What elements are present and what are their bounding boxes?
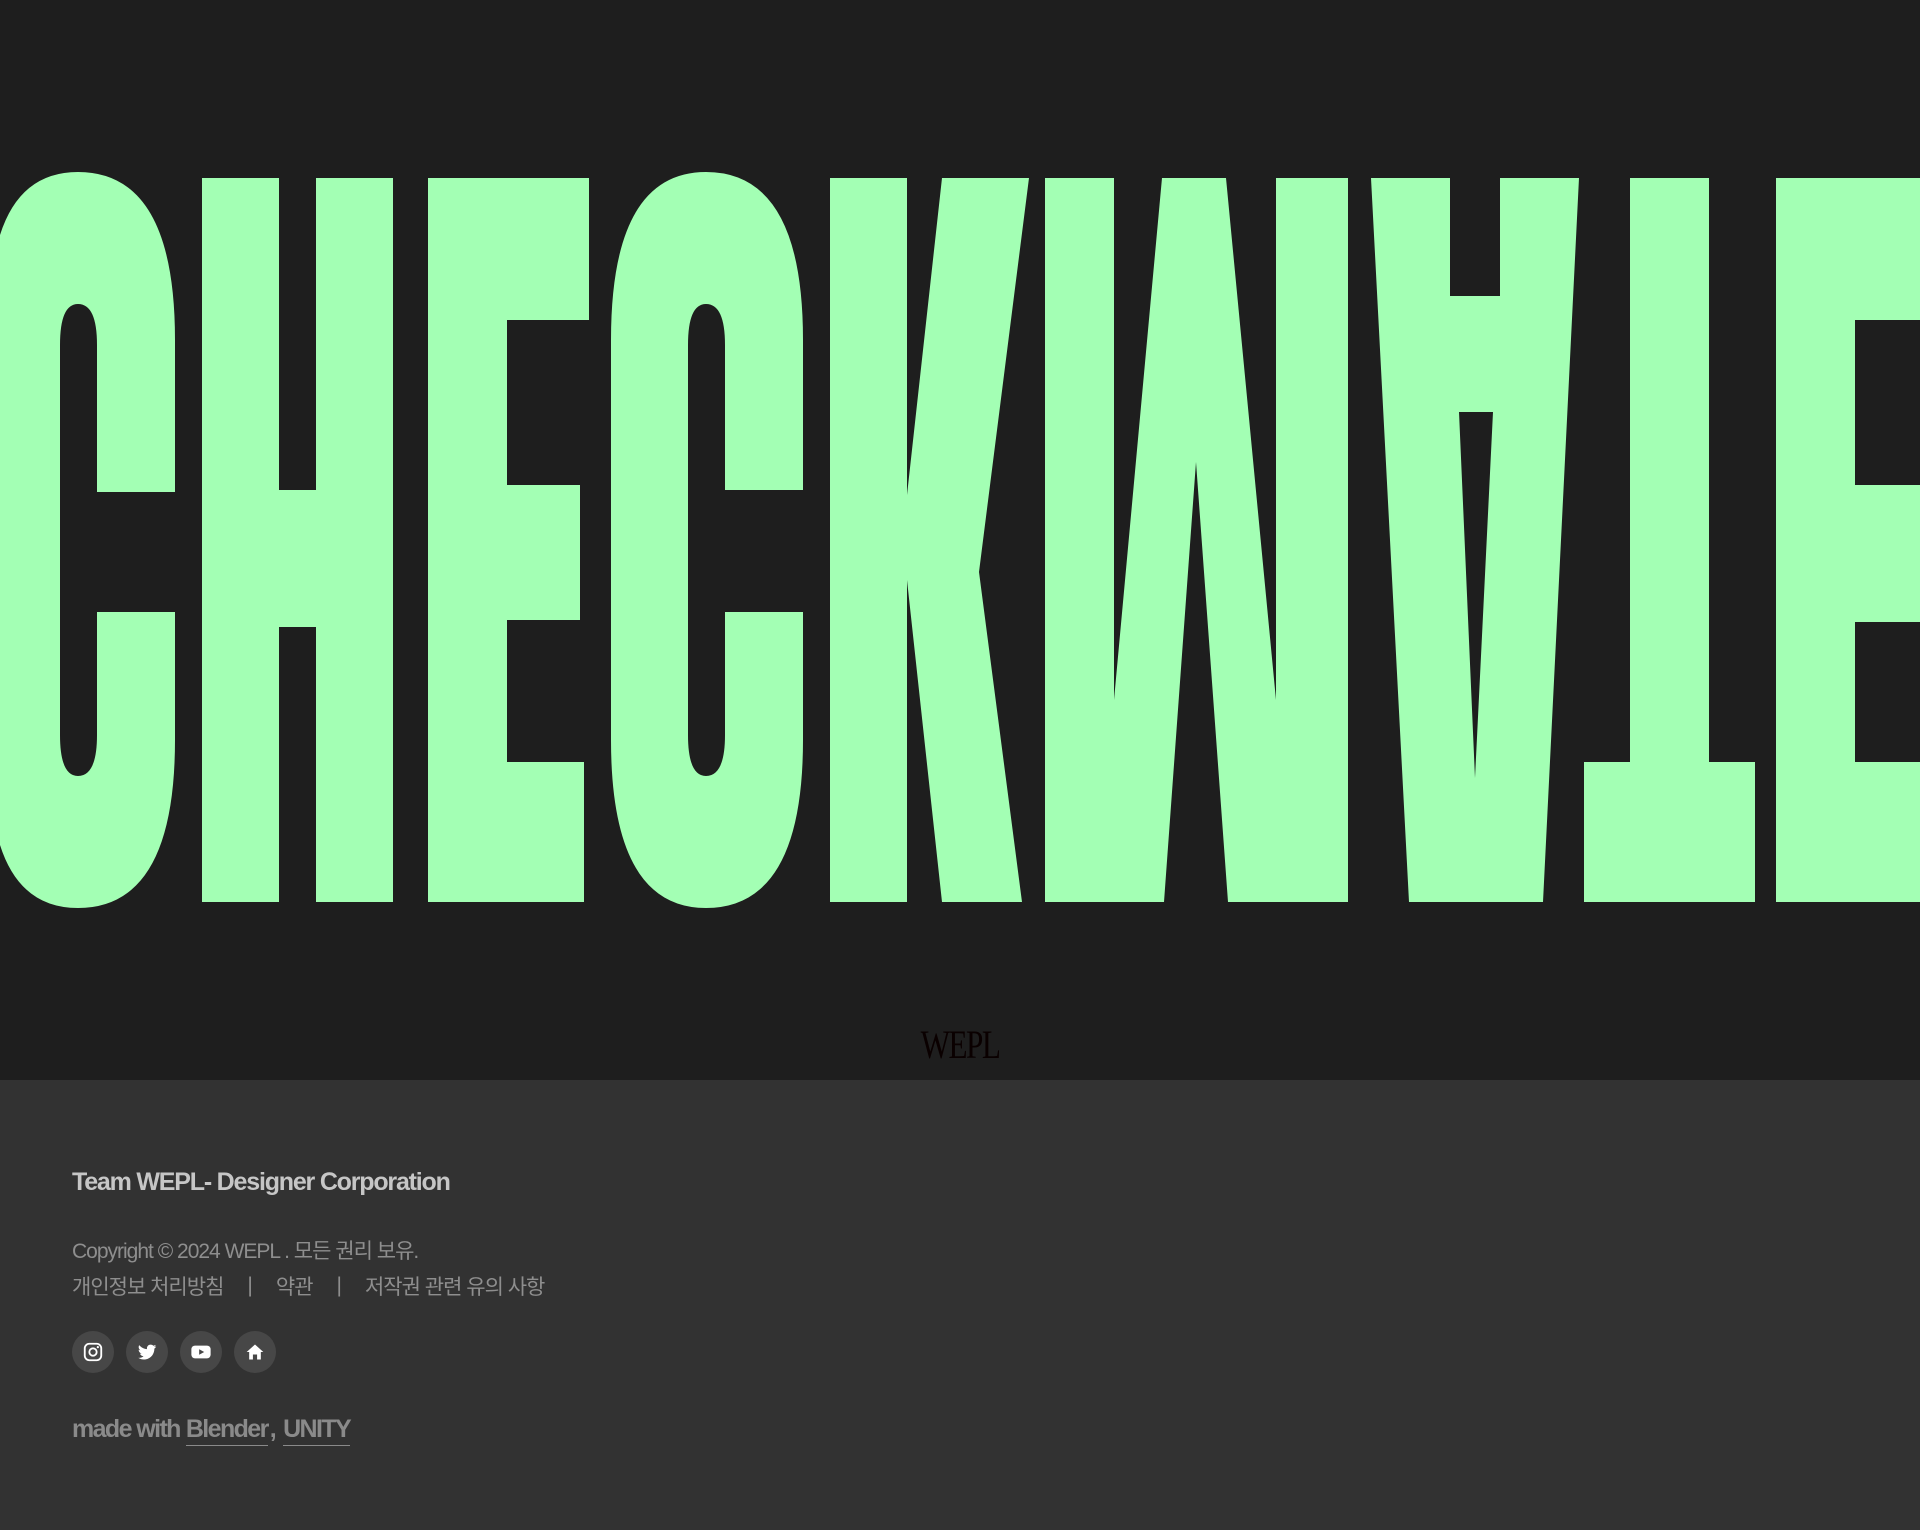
social-links bbox=[72, 1331, 276, 1373]
twitter-button[interactable] bbox=[126, 1331, 168, 1373]
hero-section: WEPL bbox=[0, 0, 1920, 1080]
youtube-icon bbox=[191, 1345, 211, 1359]
banner-letter-c1 bbox=[0, 172, 175, 908]
banner-letter-e2 bbox=[1776, 178, 1920, 902]
instagram-button[interactable] bbox=[72, 1331, 114, 1373]
banner-letter-w bbox=[1045, 178, 1348, 902]
unity-link[interactable]: UNITY bbox=[283, 1415, 352, 1446]
banner-letter-k bbox=[830, 178, 1029, 902]
blender-link[interactable]: Blender bbox=[185, 1415, 269, 1446]
site-footer: Team WEPL- Designer Corporation Copyrigh… bbox=[0, 1080, 1920, 1530]
instagram-icon bbox=[83, 1342, 103, 1362]
link-separator: | bbox=[336, 1274, 343, 1297]
company-name: Team WEPL- Designer Corporation bbox=[72, 1168, 451, 1196]
brand-logo[interactable]: WEPL bbox=[211, 1025, 1709, 1065]
credits-joiner: , bbox=[269, 1415, 277, 1443]
banner-letter-c2 bbox=[611, 172, 803, 908]
made-with-credits: made with Blender , UNITY bbox=[72, 1415, 352, 1446]
banner-letter-h bbox=[202, 178, 393, 902]
privacy-policy-link[interactable]: 개인정보 처리방침 bbox=[72, 1271, 224, 1301]
banner-letter-e bbox=[428, 178, 589, 902]
home-button[interactable] bbox=[234, 1331, 276, 1373]
copyright-notice-link[interactable]: 저작권 관련 유의 사항 bbox=[365, 1271, 545, 1301]
link-separator: | bbox=[247, 1274, 253, 1297]
twitter-icon bbox=[138, 1344, 157, 1360]
copyright-text: Copyright © 2024 WEPL . 모든 권리 보유. bbox=[72, 1240, 419, 1263]
banner-letter-a bbox=[1371, 178, 1579, 902]
youtube-button[interactable] bbox=[180, 1331, 222, 1373]
home-icon bbox=[246, 1344, 264, 1360]
policy-links: 개인정보 처리방침 | 약관 | 저작권 관련 유의 사항 bbox=[72, 1271, 545, 1301]
checkwate-banner bbox=[0, 172, 1920, 908]
made-with-label: made with bbox=[72, 1415, 181, 1443]
terms-link[interactable]: 약관 bbox=[276, 1271, 314, 1301]
banner-letter-t bbox=[1584, 178, 1755, 902]
